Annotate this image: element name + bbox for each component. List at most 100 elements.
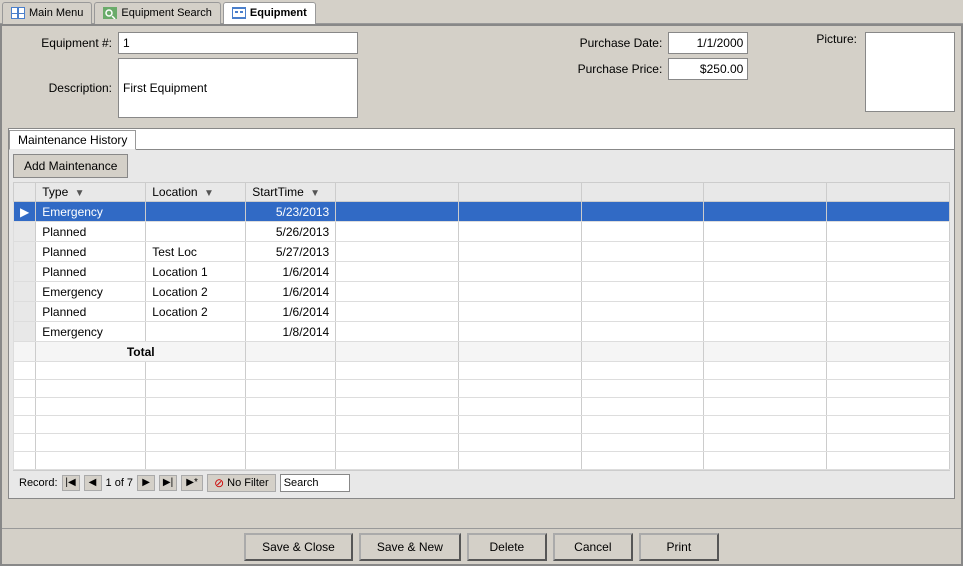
empty-row	[14, 452, 950, 470]
tab-main-menu[interactable]: Main Menu	[2, 2, 92, 24]
save-close-label: Save & Close	[262, 540, 335, 554]
total-extra	[336, 342, 459, 362]
starttime-header[interactable]: StartTime ▼	[246, 183, 336, 202]
save-new-label: Save & New	[377, 540, 443, 554]
cell-extra	[827, 222, 950, 242]
empty-cell	[704, 434, 827, 452]
cancel-button[interactable]: Cancel	[553, 533, 633, 561]
table-row[interactable]: Emergency1/8/2014	[14, 322, 950, 342]
empty-cell	[704, 416, 827, 434]
type-header[interactable]: Type ▼	[36, 183, 146, 202]
empty-cell	[146, 398, 246, 416]
cell-extra	[704, 282, 827, 302]
empty-cell	[827, 398, 950, 416]
tab-equipment[interactable]: Equipment	[223, 2, 316, 24]
table-row[interactable]: Planned 5/26/2013	[14, 222, 950, 242]
cell-extra	[458, 282, 581, 302]
row-indicator: ▶	[14, 202, 36, 222]
cell-extra	[704, 202, 827, 222]
delete-button[interactable]: Delete	[467, 533, 547, 561]
table-row[interactable]: ▶Emergency5/23/2013	[14, 202, 950, 222]
cell-type: Emergency	[36, 202, 146, 222]
tab-equipment-search[interactable]: Equipment Search	[94, 2, 221, 24]
table-row[interactable]: EmergencyLocation 21/6/2014	[14, 282, 950, 302]
description-label: Description:	[8, 81, 118, 95]
cell-location: Location 1	[146, 262, 246, 282]
nav-prev-button[interactable]: ◀	[84, 475, 102, 491]
empty-cell	[581, 380, 704, 398]
empty-cell	[827, 380, 950, 398]
empty-cell	[336, 362, 459, 380]
cell-extra	[458, 222, 581, 242]
table-row[interactable]: PlannedLocation 21/6/2014	[14, 302, 950, 322]
cell-extra	[336, 322, 459, 342]
picture-box[interactable]	[865, 32, 955, 112]
tab-bar: Main Menu Equipment Search Equipment	[0, 0, 963, 24]
empty-cell	[458, 380, 581, 398]
total-starttime	[246, 342, 336, 362]
location-header[interactable]: Location ▼	[146, 183, 246, 202]
delete-label: Delete	[490, 540, 525, 554]
equipment-num-label: Equipment #:	[8, 36, 118, 50]
cell-type: Planned	[36, 242, 146, 262]
description-input[interactable]	[118, 58, 358, 118]
save-new-button[interactable]: Save & New	[359, 533, 461, 561]
cell-extra	[581, 222, 704, 242]
cell-extra	[336, 302, 459, 322]
cell-location: Location 2	[146, 302, 246, 322]
row-indicator	[14, 222, 36, 242]
add-maintenance-button[interactable]: Add Maintenance	[13, 154, 128, 178]
empty-cell	[14, 452, 36, 470]
purchase-price-input[interactable]	[668, 58, 748, 80]
cell-extra	[581, 302, 704, 322]
maintenance-history-tab[interactable]: Maintenance History	[9, 130, 136, 150]
starttime-sort-icon[interactable]: ▼	[310, 188, 320, 199]
picture-label: Picture:	[816, 32, 857, 46]
empty-cell	[827, 362, 950, 380]
grid-body: ▶Emergency5/23/2013Planned5/26/2013Plann…	[14, 202, 950, 470]
location-sort-icon[interactable]: ▼	[204, 188, 214, 199]
empty-cell	[458, 416, 581, 434]
maintenance-tab-header: Maintenance History	[9, 129, 954, 149]
type-sort-icon[interactable]: ▼	[75, 188, 85, 199]
record-label: Record:	[19, 477, 58, 489]
nav-next-button[interactable]: ▶	[137, 475, 155, 491]
purchase-date-input[interactable]	[668, 32, 748, 54]
cell-extra	[336, 242, 459, 262]
equipment-icon	[232, 7, 246, 19]
nav-first-button[interactable]: |◀	[62, 475, 80, 491]
cell-extra	[458, 302, 581, 322]
save-close-button[interactable]: Save & Close	[244, 533, 353, 561]
cell-starttime: 1/6/2014	[246, 282, 336, 302]
nav-last-button[interactable]: ▶|	[159, 475, 177, 491]
cell-location	[146, 202, 246, 222]
cell-starttime: 5/26/2013	[246, 222, 336, 242]
purchase-price-label: Purchase Price:	[568, 62, 668, 76]
search-input[interactable]	[280, 474, 350, 492]
print-button[interactable]: Print	[639, 533, 719, 561]
maintenance-content: Add Maintenance Type ▼	[9, 149, 954, 498]
cell-starttime: 1/6/2014	[246, 302, 336, 322]
equipment-num-row: Equipment #:	[8, 32, 560, 54]
total-extra	[581, 342, 704, 362]
table-row[interactable]: PlannedLocation 11/6/2014	[14, 262, 950, 282]
location-header-label: Location	[152, 185, 197, 199]
cell-type: Planned	[36, 222, 146, 242]
nav-new-button[interactable]: ▶*	[181, 475, 203, 491]
maintenance-grid-wrapper[interactable]: Type ▼ Location ▼ StartTime ▼	[13, 182, 950, 470]
description-row: Description:	[8, 58, 560, 118]
equipment-num-input[interactable]	[118, 32, 358, 54]
empty-cell	[336, 434, 459, 452]
empty-cell	[336, 398, 459, 416]
cell-location	[146, 222, 246, 242]
table-row[interactable]: PlannedTest Loc5/27/2013	[14, 242, 950, 262]
empty-cell	[704, 362, 827, 380]
cell-starttime: 5/27/2013	[246, 242, 336, 262]
no-filter-button[interactable]: ⊘ No Filter	[207, 474, 276, 492]
empty-cell	[14, 434, 36, 452]
total-extra	[704, 342, 827, 362]
empty-cell	[581, 416, 704, 434]
cell-extra	[458, 262, 581, 282]
cell-extra	[458, 242, 581, 262]
empty-cell	[458, 362, 581, 380]
